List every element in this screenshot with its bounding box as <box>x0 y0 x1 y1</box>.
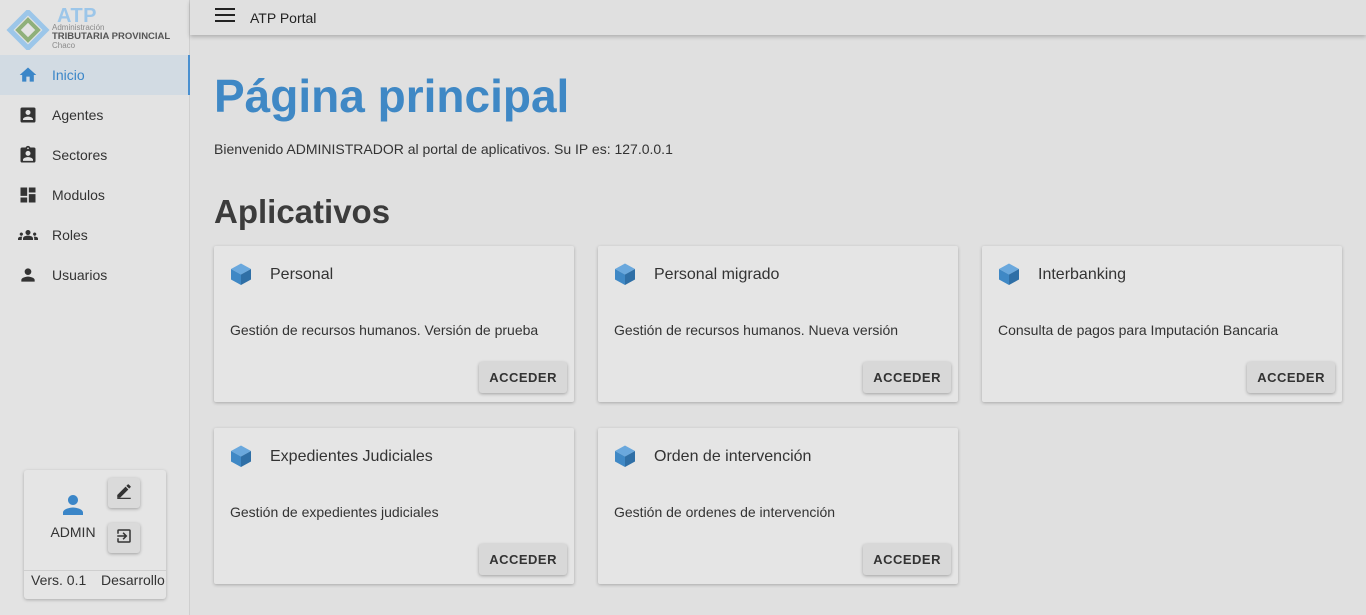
cube-icon <box>613 444 637 468</box>
app-card-title: Personal <box>270 266 334 283</box>
acceder-button[interactable]: ACCEDER <box>479 362 567 393</box>
account-box-icon <box>18 105 38 125</box>
sidebar-nav: Inicio Agentes Sectores Modulos Roles Us… <box>0 55 190 295</box>
sidebar-item-label: Usuarios <box>52 267 108 283</box>
user-avatar-icon <box>58 490 88 520</box>
app-card-description: Consulta de pagos para Imputación Bancar… <box>998 322 1279 338</box>
acceder-button[interactable]: ACCEDER <box>479 544 567 575</box>
cube-icon <box>997 262 1021 286</box>
sidebar-item-label: Roles <box>52 227 88 243</box>
sidebar-item-label: Modulos <box>52 187 105 203</box>
sidebar-item-usuarios[interactable]: Usuarios <box>0 255 190 295</box>
sidebar-item-inicio[interactable]: Inicio <box>0 55 190 95</box>
topbar: ATP Portal <box>190 0 1366 35</box>
edit-profile-button[interactable] <box>108 478 140 508</box>
logout-button[interactable] <box>108 523 140 553</box>
logout-icon <box>115 527 133 550</box>
logo-mark-icon <box>6 10 50 50</box>
groups-icon <box>18 225 38 245</box>
edit-icon <box>115 482 133 505</box>
apps-heading: Aplicativos <box>214 193 391 230</box>
app-card-description: Gestión de recursos humanos. Nueva versi… <box>614 322 899 338</box>
welcome-message: Bienvenido ADMINISTRADOR al portal de ap… <box>214 141 673 157</box>
sidebar-item-agentes[interactable]: Agentes <box>0 95 190 135</box>
app-card-personal: Personal Gestión de recursos humanos. Ve… <box>214 246 574 402</box>
app-card-title: Orden de intervención <box>654 448 812 465</box>
app-card-description: Gestión de ordenes de intervención <box>614 504 836 520</box>
app-card-description: Gestión de recursos humanos. Versión de … <box>230 322 539 338</box>
app-card-personal-migrado: Personal migrado Gestión de recursos hum… <box>598 246 958 402</box>
app-title: ATP Portal <box>250 9 317 26</box>
user-card: ADMIN Vers. 0.1 Desarrollo <box>24 470 166 599</box>
sidebar-item-label: Agentes <box>52 107 104 123</box>
app-card-interbanking: Interbanking Consulta de pagos para Impu… <box>982 246 1342 402</box>
acceder-button[interactable]: ACCEDER <box>1247 362 1335 393</box>
page-title: Página principal <box>214 70 570 122</box>
user-card-divider <box>24 570 166 571</box>
acceder-button[interactable]: ACCEDER <box>863 544 951 575</box>
sidebar-item-label: Inicio <box>52 67 85 83</box>
cube-icon <box>229 444 253 468</box>
app-card-description: Gestión de expedientes judiciales <box>230 504 439 520</box>
acceder-button[interactable]: ACCEDER <box>863 362 951 393</box>
app-card-title: Expedientes Judiciales <box>270 448 433 465</box>
sidebar-item-label: Sectores <box>52 147 108 163</box>
sidebar-item-roles[interactable]: Roles <box>0 215 190 255</box>
environment-label: Desarrollo <box>101 572 165 588</box>
cube-icon <box>613 262 637 286</box>
sidebar-item-modulos[interactable]: Modulos <box>0 175 190 215</box>
cube-icon <box>229 262 253 286</box>
person-icon <box>18 265 38 285</box>
dashboard-icon <box>18 185 38 205</box>
app-card-title: Personal migrado <box>654 266 780 283</box>
version-label: Vers. 0.1 <box>31 572 87 588</box>
home-icon <box>18 65 38 85</box>
logo-chaco-text: Chaco <box>52 41 76 50</box>
menu-button[interactable] <box>214 7 236 29</box>
sidebar: ATP Administración TRIBUTARIA PROVINCIAL… <box>0 0 190 615</box>
atp-logo[interactable]: ATP Administración TRIBUTARIA PROVINCIAL… <box>6 6 186 50</box>
app-card-orden-de-intervencion: Orden de intervención Gestión de ordenes… <box>598 428 958 584</box>
app-card-title: Interbanking <box>1038 266 1127 283</box>
sidebar-item-sectores[interactable]: Sectores <box>0 135 190 175</box>
assignment-ind-icon <box>18 145 38 165</box>
app-card-expedientes-judiciales: Expedientes Judiciales Gestión de expedi… <box>214 428 574 584</box>
hamburger-menu-icon <box>215 7 235 28</box>
